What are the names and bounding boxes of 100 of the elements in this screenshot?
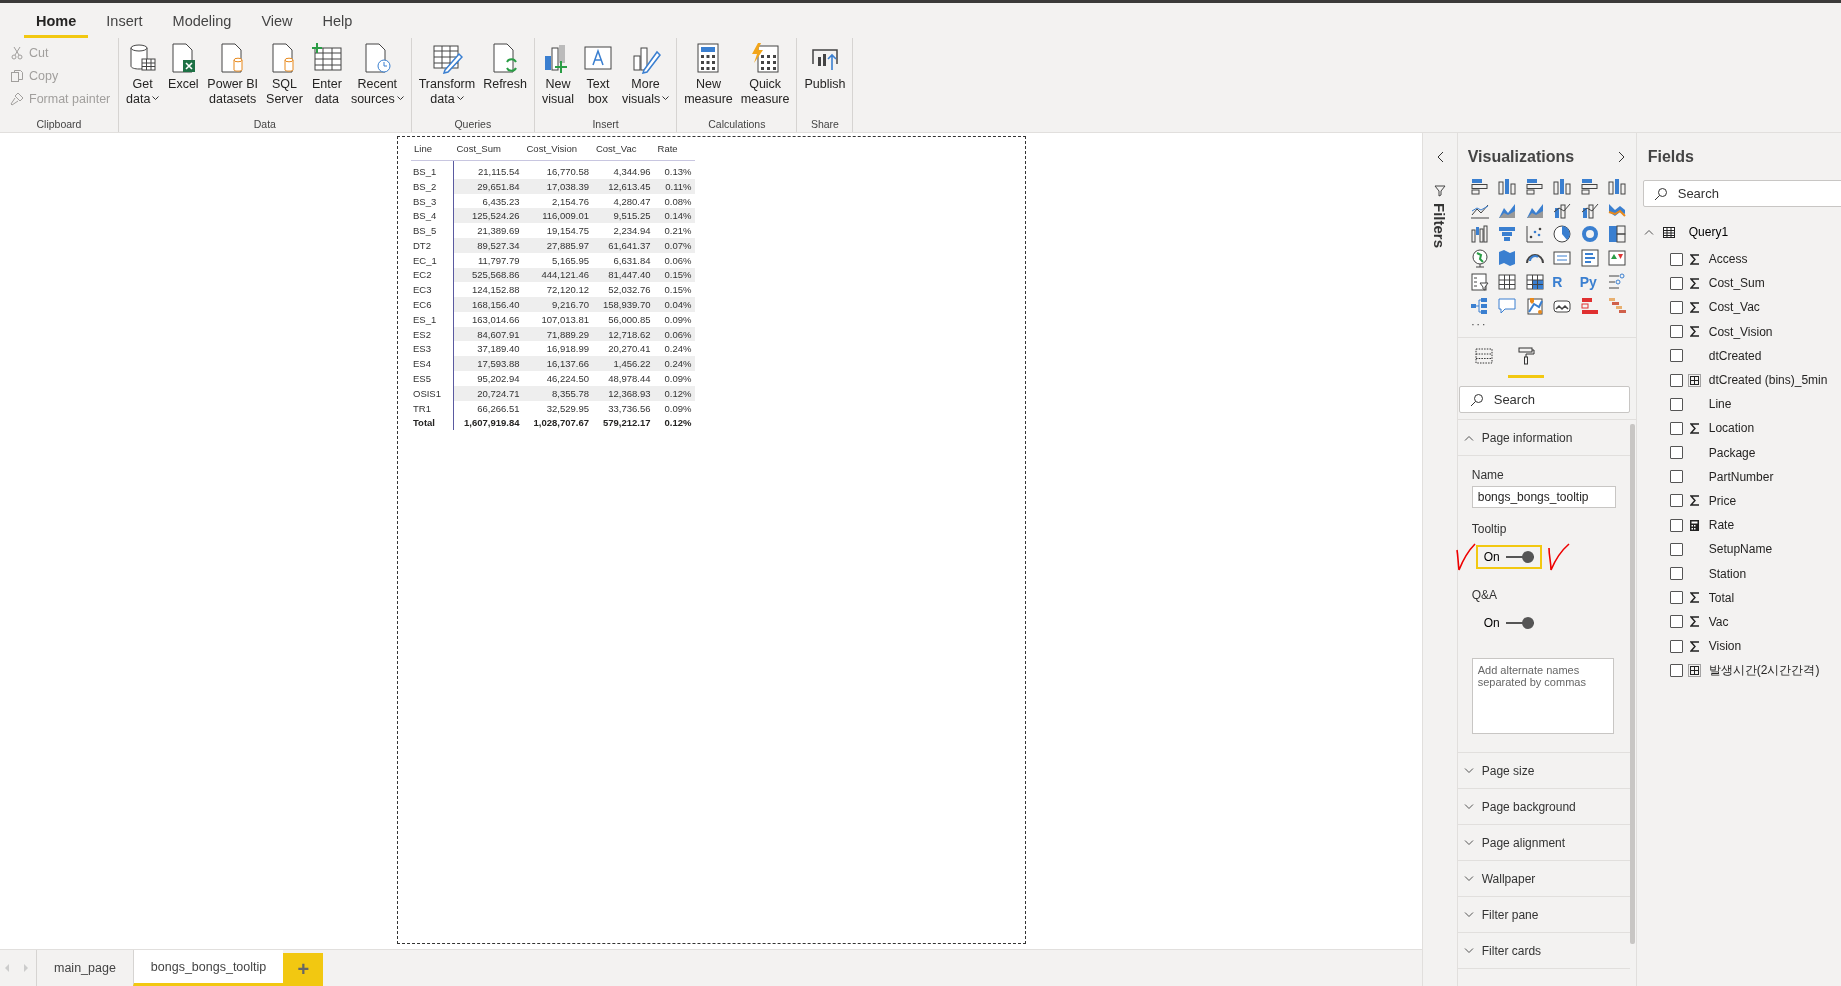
donut-chart-icon[interactable] [1579,224,1600,244]
ribbon-button[interactable]: Enter data [307,42,346,107]
bar-chart-icon[interactable] [1469,176,1490,196]
collapse-chevron-icon[interactable] [1435,151,1444,163]
column-chart-icon[interactable] [1552,176,1573,196]
field-name[interactable]: Price [1708,493,1737,508]
checkbox[interactable] [1669,591,1683,605]
section-header[interactable]: Filter cards [1457,933,1630,969]
field-name[interactable]: Rate [1708,518,1735,533]
map-icon[interactable] [1497,248,1518,268]
column-chart-icon[interactable] [1607,176,1628,196]
format-tab[interactable] [1507,344,1544,378]
ribbon-button[interactable]: New visual [538,42,577,107]
ribbon-button[interactable]: SQL Server [263,42,306,107]
checkbox[interactable] [1669,542,1683,556]
checkbox[interactable] [1669,349,1683,363]
ribbon-button[interactable]: Power BI datasets [204,42,262,107]
funnel-icon[interactable] [1497,224,1518,244]
checkbox[interactable] [1669,252,1683,266]
add-page-button[interactable]: + [283,953,324,986]
globe-icon[interactable] [1469,248,1490,268]
checkbox[interactable] [1669,325,1683,339]
ribbon-tab[interactable]: Help [310,3,365,38]
column-header[interactable]: Line [411,139,454,161]
toggle-switch[interactable]: On [1475,545,1542,569]
field-name[interactable]: dtCreated [1708,348,1762,363]
expand-chevron-icon[interactable] [1617,151,1626,163]
table-node[interactable]: Query1 [1641,221,1731,247]
field-name[interactable]: SetupName [1708,542,1773,557]
field-name[interactable]: Cost_Vac [1708,300,1760,315]
search-field[interactable]: Search [1642,180,1841,207]
section-header[interactable]: Page background [1457,789,1630,825]
field-name[interactable]: Location [1708,421,1755,436]
more-visuals-button[interactable]: ··· [1457,316,1487,337]
ribbon-tab[interactable]: Modeling [160,3,244,38]
checkbox[interactable] [1669,300,1683,314]
section-header[interactable]: Wallpaper [1457,861,1630,897]
field-name[interactable]: dtCreated (bins)_5min [1708,373,1828,388]
ribbon-button[interactable]: Recent sources [347,42,407,107]
section-header[interactable]: Page alignment [1457,825,1630,861]
field-name[interactable]: Station [1708,566,1747,581]
search-field[interactable]: Search [1458,386,1630,413]
ribbon-button[interactable]: Publish [801,42,849,92]
ribbon-tab[interactable]: Insert [94,3,155,38]
ribbon-tab[interactable]: View [249,3,305,38]
field-name[interactable]: Vac [1708,614,1729,629]
bar-chart-icon[interactable] [1579,176,1600,196]
ribbon-button[interactable]: Transform data [415,42,479,107]
visual-type-button[interactable]: R [1552,272,1573,292]
list-card-icon[interactable] [1579,248,1600,268]
alternate-names-field[interactable]: Add alternate names separated by commas [1471,658,1614,734]
matrix-icon[interactable] [1524,272,1545,292]
checkbox[interactable] [1669,276,1683,290]
field-name[interactable]: 발생시간(2시간간격) [1708,661,1820,679]
column-chart-icon[interactable] [1497,176,1518,196]
checkbox[interactable] [1669,663,1683,677]
column-header[interactable]: Rate [654,139,696,161]
checkbox[interactable] [1669,615,1683,629]
ribbon-button[interactable]: Excel [164,42,203,107]
column-header[interactable]: Cost_Sum [453,139,524,161]
name-field[interactable]: bongs_bongs_tooltip [1471,486,1616,508]
gantt-chart-icon[interactable] [1607,296,1628,316]
table-icon[interactable] [1497,272,1518,292]
field-name[interactable]: PartNumber [1708,469,1774,484]
field-name[interactable]: Line [1708,397,1732,412]
checkbox[interactable] [1669,397,1683,411]
ribbon-button[interactable]: Refresh [480,42,530,107]
visual-type-button[interactable]: Py [1579,272,1600,292]
checkbox[interactable] [1669,567,1683,581]
field-name[interactable]: Vision [1708,639,1742,654]
page-tab[interactable]: bongs_bongs_tooltip [132,950,284,986]
bar-chart-icon[interactable] [1524,176,1545,196]
checkbox[interactable] [1669,470,1683,484]
field-name[interactable]: Cost_Sum [1708,276,1765,291]
field-name[interactable]: Cost_Vision [1708,324,1773,339]
scrollbar[interactable] [1629,424,1635,944]
section-header[interactable]: Filter pane [1457,897,1630,933]
ribbon-button[interactable]: More visuals [618,42,673,107]
field-name[interactable]: Access [1708,252,1748,267]
page-tab[interactable]: main_page [36,950,133,986]
toggle-switch[interactable]: On [1475,611,1542,635]
field-name[interactable]: Package [1708,445,1756,460]
treemap-icon[interactable] [1607,224,1628,244]
checkbox[interactable] [1669,421,1683,435]
column-header[interactable]: Cost_Vac [592,139,655,161]
bar-chart-icon[interactable] [1579,296,1600,316]
checkbox[interactable] [1669,639,1683,653]
ribbon-button[interactable]: Text box [578,42,617,107]
pie-chart-icon[interactable] [1552,224,1573,244]
scatter-chart-icon[interactable] [1524,224,1545,244]
checkbox[interactable] [1669,494,1683,508]
checkbox[interactable] [1669,446,1683,460]
ribbon-button[interactable]: New measure [681,42,736,107]
kpi-icon[interactable] [1607,248,1628,268]
waterfall-chart-icon[interactable] [1469,224,1490,244]
ribbon-button[interactable]: Get data [123,42,163,107]
field-name[interactable]: Total [1708,590,1735,605]
column-header[interactable]: Cost_Vision [523,139,593,161]
checkbox[interactable] [1669,518,1683,532]
slicer-icon[interactable] [1469,272,1490,292]
